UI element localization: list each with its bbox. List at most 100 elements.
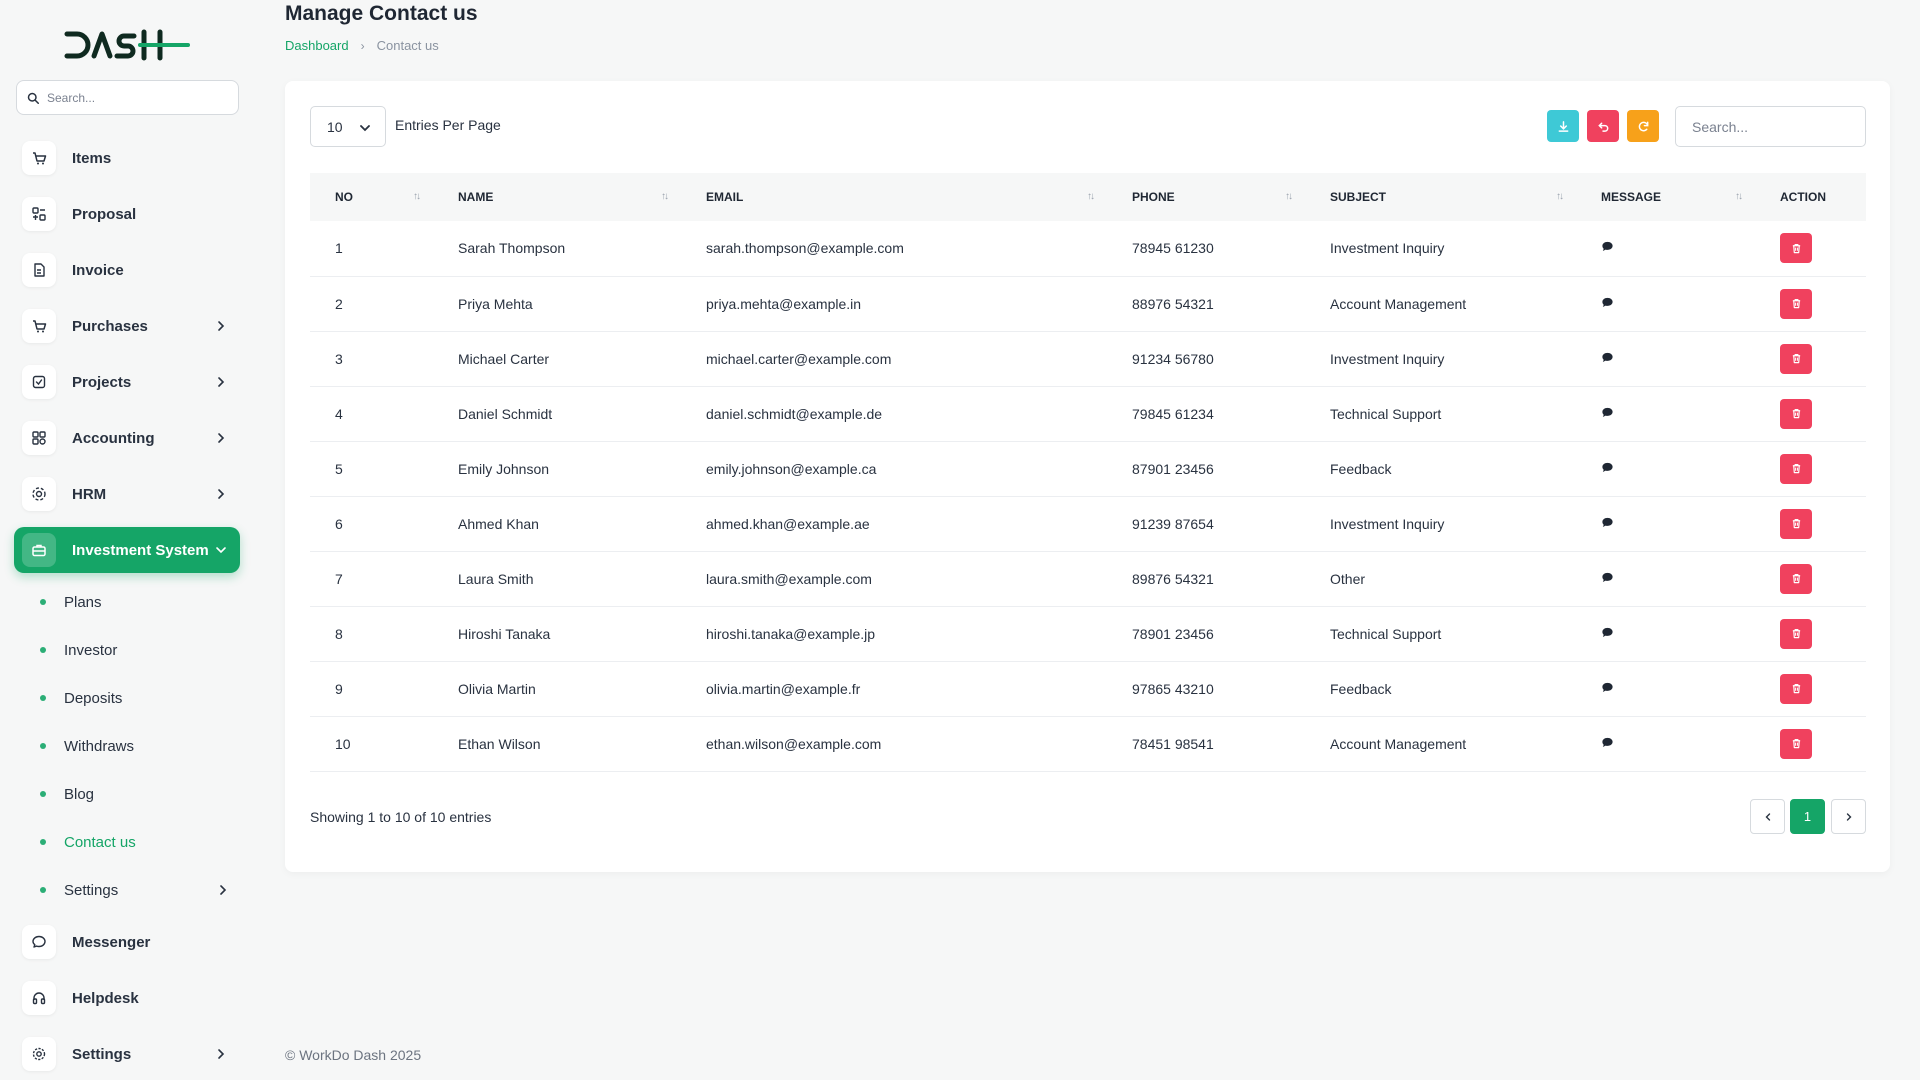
- delete-button[interactable]: [1780, 618, 1812, 649]
- cell-action: [1755, 661, 1866, 717]
- message-icon[interactable]: [1601, 626, 1614, 642]
- headset-icon: [22, 981, 56, 1015]
- reset-button[interactable]: [1587, 110, 1619, 142]
- submenu-item-label: Investor: [64, 641, 118, 659]
- pagination-page-button[interactable]: 1: [1790, 799, 1825, 834]
- message-icon[interactable]: [1601, 406, 1614, 422]
- submenu-item-blog[interactable]: Blog: [40, 779, 240, 809]
- sidebar-item-invoice[interactable]: Invoice: [14, 247, 240, 293]
- column-header-label: NAME: [458, 190, 494, 204]
- delete-button[interactable]: [1780, 728, 1812, 759]
- submenu-item-withdraws[interactable]: Withdraws: [40, 731, 240, 761]
- cart-icon: [22, 141, 56, 175]
- sidebar-item-accounting[interactable]: Accounting: [14, 415, 240, 461]
- cell-phone: 91239 87654: [1107, 496, 1305, 552]
- sidebar-item-projects[interactable]: Projects: [14, 359, 240, 405]
- chevron-right-icon: [218, 1049, 225, 1059]
- sidebar-item-settings[interactable]: Settings: [14, 1031, 240, 1077]
- cell-no: 10: [310, 716, 433, 772]
- sidebar-item-items[interactable]: Items: [14, 135, 240, 181]
- cell-subject: Technical Support: [1305, 606, 1576, 662]
- delete-button[interactable]: [1780, 398, 1812, 429]
- cell-name: Hiroshi Tanaka: [433, 606, 681, 662]
- sidebar-item-investment-system[interactable]: Investment System: [14, 527, 240, 573]
- submenu-item-deposits[interactable]: Deposits: [40, 683, 240, 713]
- breadcrumb-home-link[interactable]: Dashboard: [285, 38, 349, 53]
- sidebar-item-helpdesk[interactable]: Helpdesk: [14, 975, 240, 1021]
- delete-button[interactable]: [1780, 233, 1812, 264]
- cell-name: Olivia Martin: [433, 661, 681, 717]
- sidebar-search[interactable]: Search...: [16, 80, 239, 115]
- cell-name: Ethan Wilson: [433, 716, 681, 772]
- chevron-right-icon: [1846, 812, 1851, 821]
- cell-email: olivia.martin@example.fr: [681, 661, 1107, 717]
- column-header-phone[interactable]: PHONE ↑↓: [1107, 173, 1305, 221]
- delete-button[interactable]: [1780, 673, 1812, 704]
- breadcrumb-separator-icon: ›: [360, 38, 365, 53]
- cell-no: 9: [310, 661, 433, 717]
- cell-action: [1755, 496, 1866, 552]
- column-header-subject[interactable]: SUBJECT ↑↓: [1305, 173, 1576, 221]
- cell-subject: Account Management: [1305, 276, 1576, 332]
- entries-per-page-select[interactable]: 10: [310, 106, 386, 147]
- cell-no: 5: [310, 441, 433, 497]
- message-icon[interactable]: [1601, 736, 1614, 752]
- cell-email: ahmed.khan@example.ae: [681, 496, 1107, 552]
- message-icon[interactable]: [1601, 681, 1614, 697]
- sidebar-search-placeholder[interactable]: Search...: [47, 91, 95, 105]
- table-search-input[interactable]: [1675, 106, 1866, 147]
- message-icon[interactable]: [1601, 516, 1614, 532]
- cell-action: [1755, 441, 1866, 497]
- cell-message: [1576, 221, 1755, 277]
- hrm-icon: [22, 477, 56, 511]
- bullet-icon: [40, 791, 46, 797]
- sidebar-item-messenger[interactable]: Messenger: [14, 919, 240, 965]
- message-icon[interactable]: [1601, 461, 1614, 477]
- column-header-email[interactable]: EMAIL ↑↓: [681, 173, 1107, 221]
- cell-action: [1755, 276, 1866, 332]
- column-header-no[interactable]: NO ↑↓: [310, 173, 433, 221]
- submenu-item-contact-us[interactable]: Contact us: [40, 827, 240, 857]
- delete-button[interactable]: [1780, 288, 1812, 319]
- cell-message: [1576, 441, 1755, 497]
- entries-per-page-value: 10: [327, 118, 343, 135]
- sidebar-item-label: Proposal: [72, 205, 137, 223]
- cell-message: [1576, 276, 1755, 332]
- sidebar-item-purchases[interactable]: Purchases: [14, 303, 240, 349]
- refresh-button[interactable]: [1627, 110, 1659, 142]
- cell-message: [1576, 606, 1755, 662]
- delete-button[interactable]: [1780, 453, 1812, 484]
- cell-no: 6: [310, 496, 433, 552]
- trash-icon: [1792, 739, 1800, 749]
- export-button[interactable]: [1547, 110, 1579, 142]
- sidebar-item-label: Purchases: [72, 317, 148, 335]
- message-icon[interactable]: [1601, 240, 1614, 256]
- message-icon[interactable]: [1601, 296, 1614, 312]
- trash-icon: [1792, 684, 1800, 694]
- column-header-name[interactable]: NAME ↑↓: [433, 173, 681, 221]
- sidebar-item-hrm[interactable]: HRM: [14, 471, 240, 517]
- submenu-item-settings[interactable]: Settings: [40, 875, 240, 905]
- dash-logo[interactable]: [64, 28, 190, 62]
- table-row: 5 Emily Johnson emily.johnson@example.ca 87…: [310, 441, 1866, 497]
- table-row: 8 Hiroshi Tanaka hiroshi.tanaka@example.jp…: [310, 606, 1866, 662]
- message-icon[interactable]: [1601, 571, 1614, 587]
- trash-icon: [1792, 519, 1800, 529]
- submenu-item-investor[interactable]: Investor: [40, 635, 240, 665]
- column-header-message[interactable]: MESSAGE ↑↓: [1576, 173, 1755, 221]
- delete-button[interactable]: [1780, 343, 1812, 374]
- sidebar-item-label: Investment System: [72, 541, 209, 559]
- contact-table-card: 10 Entries Per Page NO ↑↓ NAME ↑↓ EMAIL ↑↓ …: [285, 81, 1890, 872]
- sidebar-item-label: Projects: [72, 373, 132, 391]
- submenu-item-label: Blog: [64, 785, 95, 803]
- cell-message: [1576, 661, 1755, 717]
- delete-button[interactable]: [1780, 508, 1812, 539]
- sidebar-item-proposal[interactable]: Proposal: [14, 191, 240, 237]
- delete-button[interactable]: [1780, 563, 1812, 594]
- cell-subject: Feedback: [1305, 441, 1576, 497]
- pagination-next-button[interactable]: [1831, 799, 1866, 834]
- checklist-icon: [22, 365, 56, 399]
- message-icon[interactable]: [1601, 351, 1614, 367]
- submenu-item-plans[interactable]: Plans: [40, 587, 240, 617]
- pagination-prev-button[interactable]: [1750, 799, 1785, 834]
